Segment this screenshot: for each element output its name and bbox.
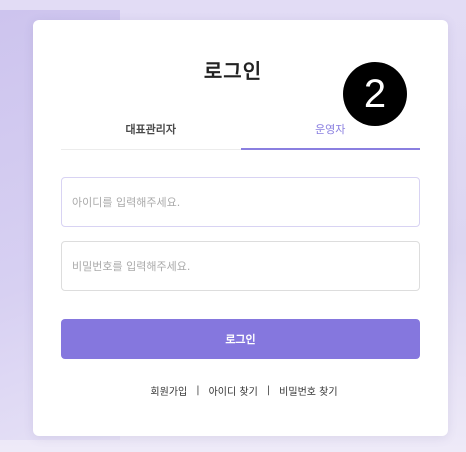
find-id-link[interactable]: 아이디 찾기 bbox=[209, 383, 258, 398]
tab-representative-admin[interactable]: 대표관리자 bbox=[61, 120, 241, 149]
login-button[interactable]: 로그인 bbox=[61, 319, 420, 359]
signup-link[interactable]: 회원가입 bbox=[150, 383, 187, 398]
step-badge: 2 bbox=[343, 62, 407, 126]
id-input[interactable] bbox=[61, 177, 420, 227]
link-separator: | bbox=[266, 385, 271, 396]
password-input[interactable] bbox=[61, 241, 420, 291]
account-links: 회원가입 | 아이디 찾기 | 비밀번호 찾기 bbox=[22, 383, 466, 398]
tab-operator[interactable]: 운영자 bbox=[240, 120, 421, 150]
login-type-tabs: 대표관리자 운영자 bbox=[61, 120, 420, 150]
find-password-link[interactable]: 비밀번호 찾기 bbox=[279, 383, 337, 398]
link-separator: | bbox=[196, 385, 200, 396]
